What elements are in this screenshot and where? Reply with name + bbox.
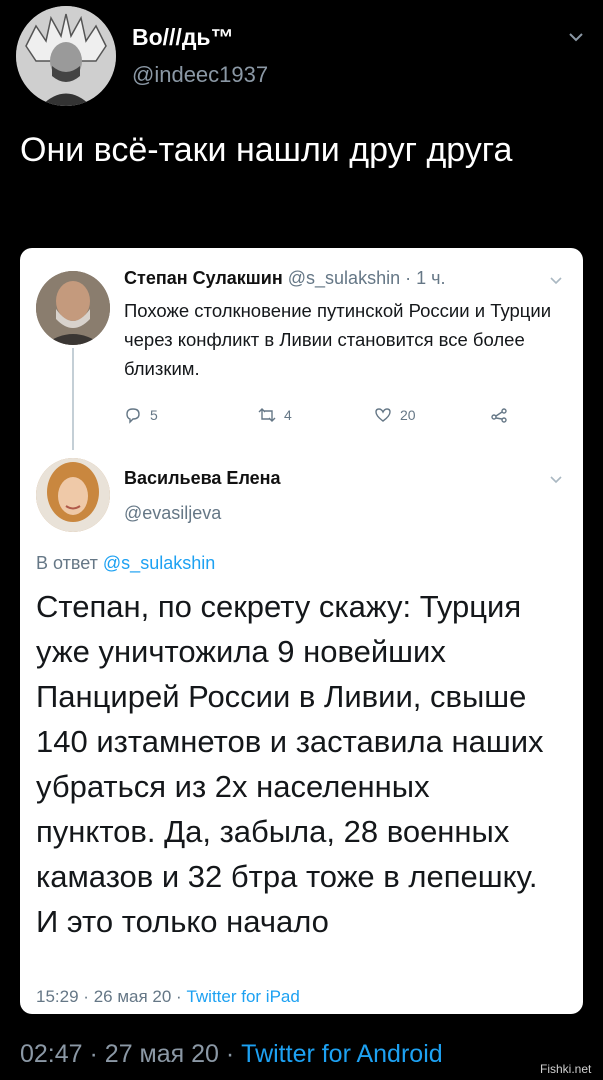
author-avatar[interactable] [16,6,116,106]
like-button[interactable]: 20 [374,406,416,424]
tweet-source[interactable]: Twitter for Android [241,1040,442,1068]
tweet-time: 02:47 [20,1040,83,1068]
watermark: Fishki.net [540,1062,592,1076]
tweet-text: Они всё-таки нашли друг друга [20,131,513,169]
tweet-meta: 02:47 · 27 мая 20 · Twitter for Android [20,1040,443,1069]
heart-icon [375,408,391,422]
meta-separator: · [176,987,182,1006]
reply-author-handle[interactable]: @evasiljeva [124,503,221,524]
reply-tweet-text: Степан, по секрету скажу: Турция уже уни… [36,589,544,939]
author-handle[interactable]: @indeec1937 [132,62,268,88]
share-button[interactable] [490,406,516,424]
meta-separator: · [83,987,89,1006]
tweet-date: 27 мая 20 [104,1040,219,1068]
quoted-author-avatar[interactable] [36,271,110,345]
retweet-count: 4 [284,407,292,423]
chevron-down-icon[interactable] [549,472,563,486]
quoted-thread-card[interactable]: Степан Сулакшин @s_sulakshin · 1 ч. Похо… [20,248,583,1014]
quoted-tweet-time: · 1 ч. [405,268,446,288]
reply-count: 5 [150,407,158,423]
meta-separator: · [225,1040,235,1068]
quoted-author-name[interactable]: Степан Сулакшин [124,268,283,288]
chevron-down-icon[interactable] [549,273,563,287]
reply-author-avatar[interactable] [36,458,110,532]
quoted-author-avatar-image [36,271,110,345]
author-name[interactable]: Во///дь™ [132,24,234,51]
author-avatar-image [16,6,116,106]
reply-tweet-date: 26 мая 20 [93,987,172,1006]
reply-to-prefix: В ответ [36,553,98,573]
reply-tweet-time: 15:29 [36,987,79,1006]
reply-author-avatar-image [36,458,110,532]
share-icon [491,408,507,423]
reply-button[interactable]: 5 [124,406,158,424]
reply-tweet-meta: 15:29 · 26 мая 20 · Twitter for iPad [36,987,300,1007]
tweet-actions: 5 4 20 [124,406,524,430]
reply-tweet-source[interactable]: Twitter for iPad [186,987,299,1006]
reply-author-name[interactable]: Васильева Елена [124,468,281,489]
reply-icon [126,408,140,424]
like-count: 20 [400,407,416,423]
reply-to-mention[interactable]: @s_sulakshin [103,553,215,573]
retweet-button[interactable]: 4 [258,406,292,424]
chevron-down-icon[interactable] [567,28,585,46]
meta-separator: · [89,1040,98,1068]
quoted-tweet-text: Похоже столкновение путинской России и Т… [124,300,552,379]
quoted-tweet-header: Степан Сулакшин @s_sulakshin · 1 ч. [124,268,446,289]
quoted-author-handle[interactable]: @s_sulakshin [288,268,400,288]
thread-connector [72,348,74,450]
reply-to-line: В ответ @s_sulakshin [36,553,215,574]
retweet-icon [258,408,276,422]
